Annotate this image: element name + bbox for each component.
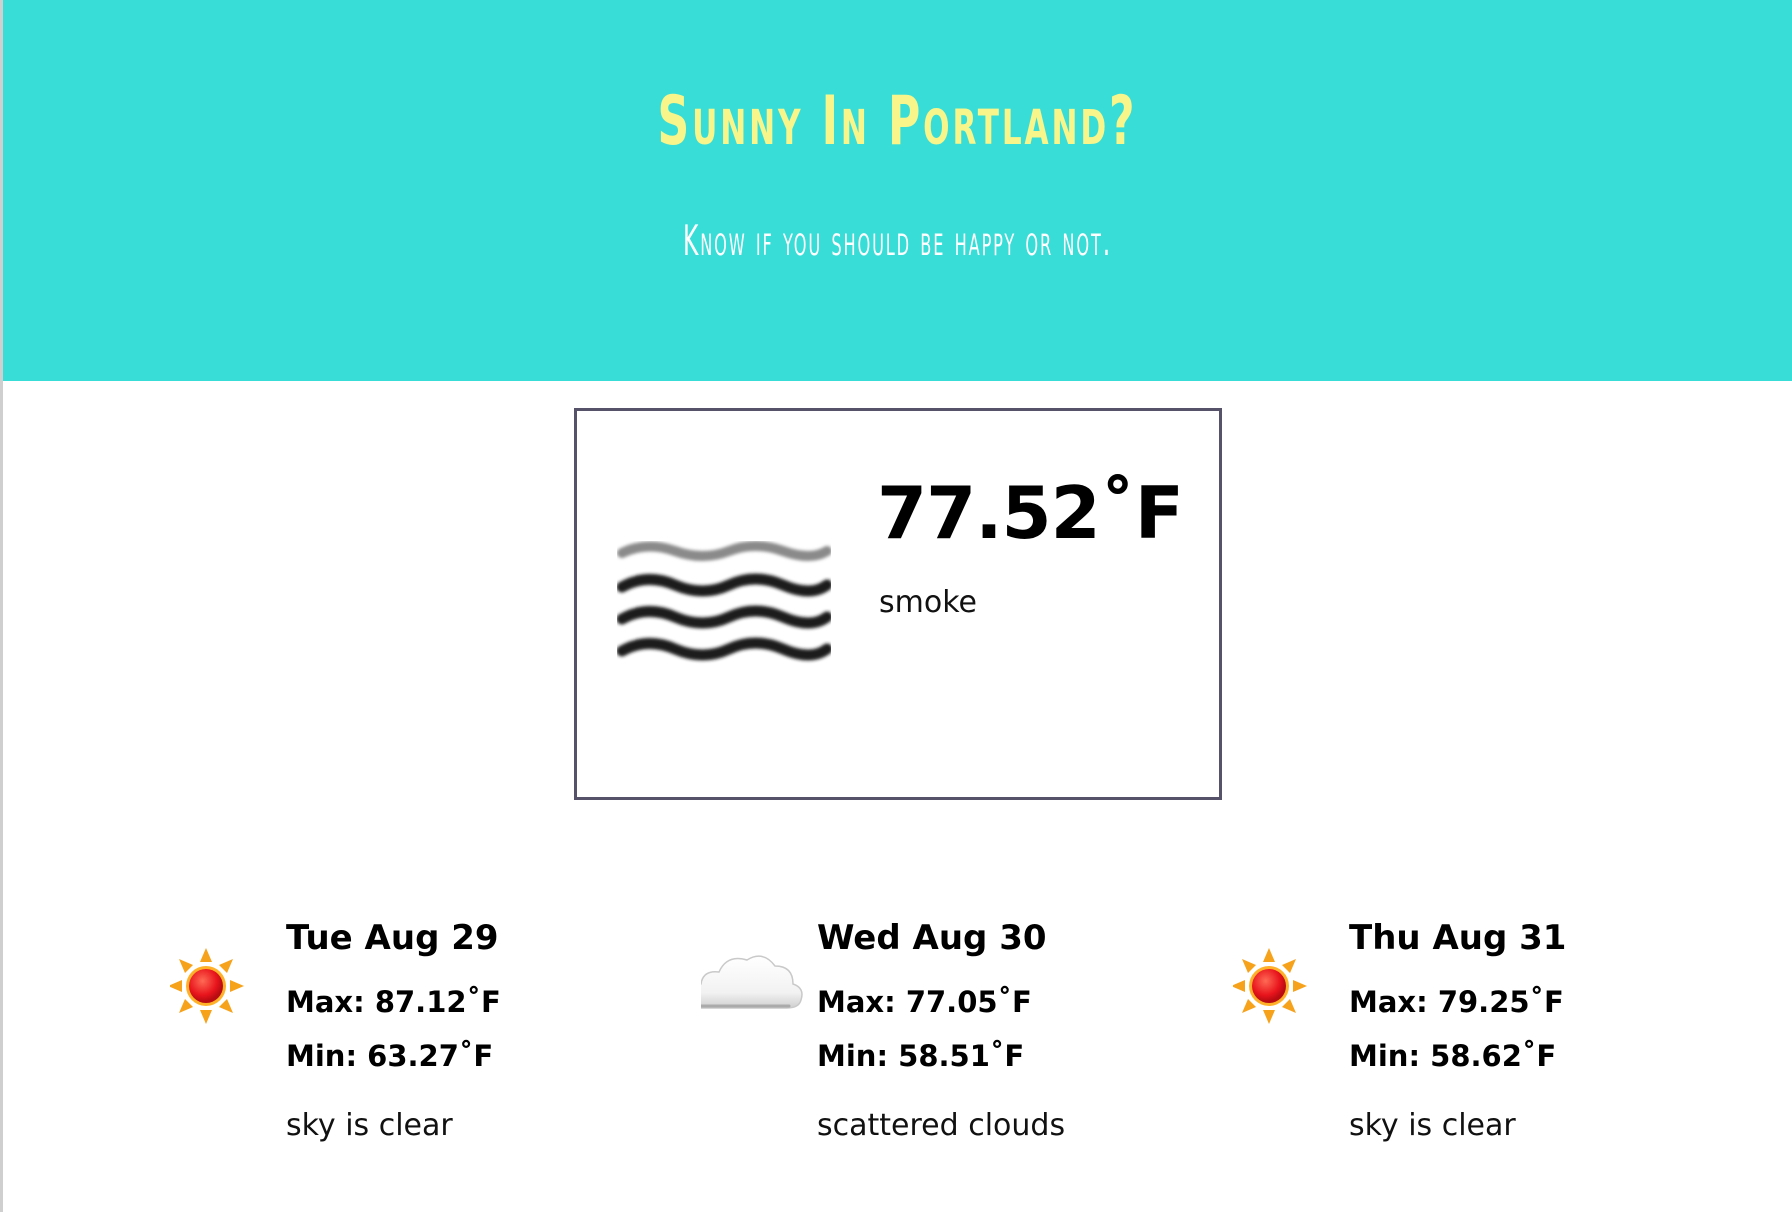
sun-icon [1231, 940, 1343, 1030]
cloud-icon [686, 940, 811, 1030]
forecast-day-label: Tue Aug 29 [286, 918, 499, 958]
hero-header: Sunny In Portland? Know if you should be… [3, 0, 1792, 381]
current-temperature: 77.52˚F [877, 471, 1184, 555]
forecast-day: Wed Aug 30 Max: 77.05˚F Min: 58.51˚F sca… [686, 910, 1201, 1150]
page-subtitle: Know if you should be happy or not. [682, 216, 1113, 265]
page-title: Sunny In Portland? [657, 82, 1138, 161]
current-weather-card: 77.52˚F smoke [574, 408, 1222, 800]
forecast-min-temp: Min: 58.62˚F [1349, 1039, 1557, 1073]
fog-icon [616, 541, 833, 681]
weather-page: Sunny In Portland? Know if you should be… [0, 0, 1792, 1212]
forecast-day-label: Wed Aug 30 [817, 918, 1047, 958]
forecast-min-temp: Min: 63.27˚F [286, 1039, 494, 1073]
forecast-description: scattered clouds [817, 1108, 1066, 1143]
forecast-day: Tue Aug 29 Max: 87.12˚F Min: 63.27˚F sky… [168, 910, 670, 1150]
forecast-day: Thu Aug 31 Max: 79.25˚F Min: 58.62˚F sky… [1231, 910, 1733, 1150]
sun-icon [168, 940, 280, 1030]
forecast-description: sky is clear [1349, 1108, 1516, 1143]
forecast-max-temp: Max: 77.05˚F [817, 985, 1032, 1019]
forecast-min-temp: Min: 58.51˚F [817, 1039, 1025, 1073]
current-description: smoke [879, 585, 977, 620]
forecast-description: sky is clear [286, 1108, 453, 1143]
forecast-max-temp: Max: 79.25˚F [1349, 985, 1564, 1019]
forecast-day-label: Thu Aug 31 [1349, 918, 1567, 958]
forecast-max-temp: Max: 87.12˚F [286, 985, 501, 1019]
